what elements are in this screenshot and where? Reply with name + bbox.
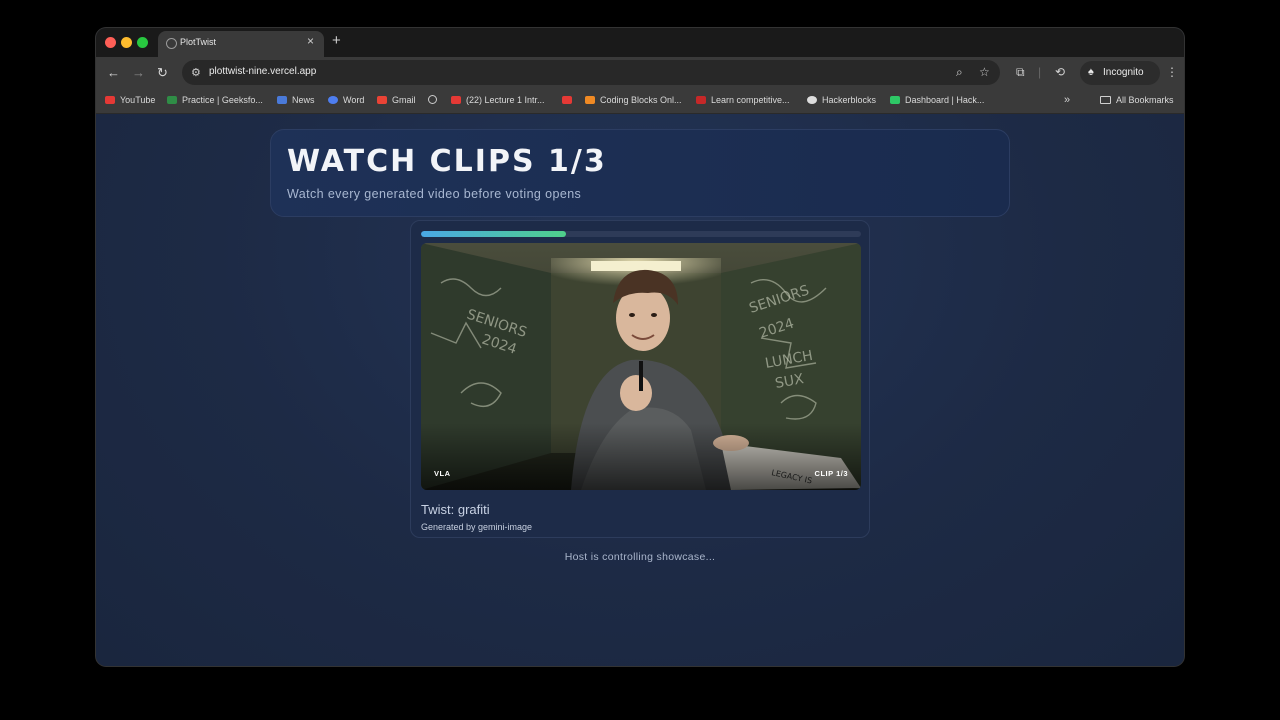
tab-title: PlotTwist — [180, 37, 217, 47]
bookmark-word[interactable]: Word — [328, 95, 364, 105]
bookmark-youtube[interactable]: YouTube — [105, 95, 155, 105]
bookmark-lecture-1[interactable]: (22) Lecture 1 Intr... — [451, 95, 545, 105]
globe-icon — [166, 38, 177, 49]
back-button[interactable]: ← — [107, 65, 120, 80]
geeksforgeeks-icon — [167, 96, 177, 104]
video-frame-graffiti-scene: SENIORS 2024 SENIORS 2024 LUNCH SUX — [421, 243, 861, 490]
video-left-tag: VLA — [434, 469, 451, 478]
bookmark-practice-geeksforgeeks[interactable]: Practice | Geeksfo... — [167, 95, 263, 105]
bookmark-hackerblocks[interactable]: Hackerblocks — [807, 95, 876, 105]
site-settings-icon[interactable]: ⚙ — [191, 66, 201, 79]
bookmark-news[interactable]: News — [277, 95, 315, 105]
more-bookmarks-icon[interactable]: » — [1064, 94, 1070, 106]
host-status-text: Host is controlling showcase... — [564, 551, 716, 563]
bookmark-dashboard-hackerrank[interactable]: Dashboard | Hack... — [890, 95, 984, 105]
youtube-icon — [105, 96, 115, 104]
news-icon — [277, 96, 287, 104]
browser-window: PlotTwist × + ← → ↻ ⚙ plottwist-nine.ver… — [96, 28, 1184, 666]
incognito-profile-button[interactable]: ♠ Incognito — [1080, 61, 1160, 85]
header-card: WATCH CLIPS 1/3 Watch every generated vi… — [270, 129, 1010, 217]
clip-progress-bar — [421, 231, 861, 237]
page-title: WATCH CLIPS 1/3 — [287, 144, 607, 179]
clip-progress-fill — [421, 231, 567, 237]
forward-button[interactable]: → — [132, 65, 145, 80]
zoom-search-icon[interactable]: ⌕ — [956, 65, 963, 80]
browser-menu-icon[interactable]: ⋮ — [1166, 65, 1178, 79]
page-subtitle: Watch every generated video before votin… — [287, 187, 582, 201]
bookmark-gmail[interactable]: Gmail — [377, 95, 416, 105]
clip-card: SENIORS 2024 SENIORS 2024 LUNCH SUX VLA … — [410, 220, 870, 538]
youtube-icon — [562, 96, 572, 104]
tab-strip: PlotTwist × + — [96, 28, 1184, 57]
video-clip-counter: CLIP 1/3 — [814, 469, 848, 478]
maximize-window-button[interactable] — [137, 37, 148, 48]
bookmark-globe[interactable] — [428, 95, 442, 105]
address-bar[interactable]: ⚙ plottwist-nine.vercel.app ⌕ ☆ — [182, 60, 1000, 85]
clip-video[interactable]: SENIORS 2024 SENIORS 2024 LUNCH SUX VLA … — [421, 243, 861, 490]
tab-search-icon[interactable]: ⧉ — [1016, 65, 1025, 80]
incognito-icon: ♠ — [1088, 66, 1094, 78]
globe-icon — [428, 95, 437, 104]
close-window-button[interactable] — [105, 37, 116, 48]
incognito-label: Incognito — [1103, 67, 1144, 78]
url-text: plottwist-nine.vercel.app — [209, 66, 317, 77]
clip-title: Twist: grafiti — [421, 502, 490, 517]
folder-icon — [1100, 96, 1111, 104]
page-content: WATCH CLIPS 1/3 Watch every generated vi… — [96, 114, 1184, 666]
youtube-icon — [451, 96, 461, 104]
bookmarks-bar: YouTube Practice | Geeksfo... News Word … — [96, 89, 1184, 114]
browser-toolbar: ← → ↻ ⚙ plottwist-nine.vercel.app ⌕ ☆ ⧉ … — [96, 57, 1184, 89]
new-tab-button[interactable]: + — [332, 32, 341, 49]
minimize-window-button[interactable] — [121, 37, 132, 48]
toolbar-divider: | — [1038, 65, 1042, 79]
hackerrank-icon — [890, 96, 900, 104]
learn-icon — [696, 96, 706, 104]
all-bookmarks-button[interactable]: All Bookmarks — [1100, 95, 1174, 105]
bookmark-youtube-video[interactable] — [562, 95, 577, 105]
bookmark-learn-competitive[interactable]: Learn competitive... — [696, 95, 790, 105]
browser-tab[interactable]: PlotTwist × — [158, 31, 324, 57]
word-icon — [328, 96, 338, 104]
codingblocks-icon — [585, 96, 595, 104]
close-tab-icon[interactable]: × — [307, 34, 314, 48]
bookmark-coding-blocks[interactable]: Coding Blocks Onl... — [585, 95, 682, 105]
bookmark-star-icon[interactable]: ☆ — [979, 65, 990, 79]
hackerblocks-icon — [807, 96, 817, 104]
gmail-icon — [377, 96, 387, 104]
extensions-icon[interactable]: ⟲ — [1055, 65, 1065, 79]
clip-credit: Generated by gemini-image — [421, 522, 533, 532]
reload-button[interactable]: ↻ — [157, 65, 168, 81]
